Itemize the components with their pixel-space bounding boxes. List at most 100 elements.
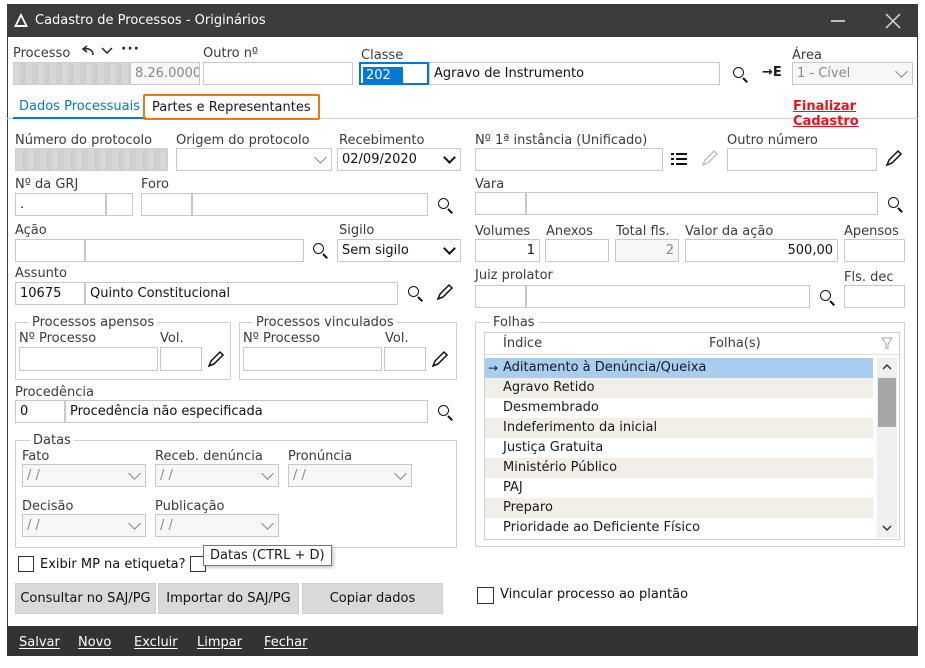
publicacao-label: Publicação xyxy=(155,499,225,514)
decisao-date-input[interactable]: / / xyxy=(22,514,146,537)
numero-protocolo-input[interactable] xyxy=(15,148,168,171)
importar-saj-button[interactable]: Importar do SAJ/PG xyxy=(158,583,299,614)
copiar-dados-button[interactable]: Copiar dados xyxy=(302,583,443,614)
apensos-pencil-icon[interactable] xyxy=(206,349,226,369)
close-icon[interactable] xyxy=(885,13,901,29)
classe-code-value: 202 xyxy=(363,67,403,83)
link-arrow-icon[interactable]: →E xyxy=(762,65,782,80)
classe-search-icon[interactable] xyxy=(731,66,749,84)
volumes-label: Volumes xyxy=(475,224,531,239)
scrollbar-thumb[interactable] xyxy=(878,378,896,427)
list-item[interactable]: → Aditamento à Denúncia/Queixa xyxy=(485,358,873,378)
grj-input[interactable]: . xyxy=(15,193,106,216)
origem-protocolo-select[interactable] xyxy=(176,148,332,171)
list-item-label: Indeferimento da inicial xyxy=(503,420,658,435)
processo-number-input[interactable] xyxy=(13,62,130,85)
chevron-down-icon xyxy=(261,517,274,530)
exibir-mp-checkbox[interactable] xyxy=(18,556,34,572)
total-fls-input[interactable]: 2 xyxy=(615,239,679,262)
salvar-button[interactable]: Salvar xyxy=(19,635,60,650)
publicacao-date-input[interactable]: / / xyxy=(155,514,279,537)
scroll-down-icon[interactable] xyxy=(882,524,892,532)
juiz-search-icon[interactable] xyxy=(818,289,836,307)
vinculados-vol-input[interactable] xyxy=(384,347,426,371)
classe-desc-input[interactable]: Agravo de Instrumento xyxy=(429,62,720,85)
list-item[interactable]: Justiça Gratuita xyxy=(485,438,873,458)
grj-label: Nº da GRJ xyxy=(15,177,79,192)
col-folhas-header[interactable]: Folha(s) xyxy=(709,336,761,351)
fls-dec-input[interactable] xyxy=(844,285,905,308)
list-item[interactable]: Prioridade ao Deficiente Físico xyxy=(485,518,873,538)
folhas-scrollbar[interactable] xyxy=(877,358,897,538)
outro-numero-input[interactable] xyxy=(203,62,353,85)
filter-icon[interactable] xyxy=(881,336,895,352)
procedencia-code-input[interactable]: 0 xyxy=(15,400,65,423)
list-item[interactable]: Preparo xyxy=(485,498,873,518)
valor-acao-input[interactable]: 500,00 xyxy=(685,239,838,262)
assunto-code-input[interactable]: 10675 xyxy=(15,282,85,305)
scroll-up-icon[interactable] xyxy=(882,363,892,371)
procedencia-search-icon[interactable] xyxy=(436,404,454,422)
acao-desc-input[interactable] xyxy=(85,239,304,262)
assunto-search-icon[interactable] xyxy=(406,285,424,303)
list-icon[interactable] xyxy=(670,151,688,167)
finalizar-cadastro-link[interactable]: Finalizar Cadastro xyxy=(793,99,925,129)
novo-button[interactable]: Novo xyxy=(78,635,111,650)
volumes-input[interactable]: 1 xyxy=(475,239,540,262)
list-item[interactable]: Indeferimento da inicial xyxy=(485,418,873,438)
title-bar: Cadastro de Processos - Originários xyxy=(7,4,918,37)
grj-digit-input[interactable] xyxy=(106,193,133,216)
receb-denuncia-value: / / xyxy=(160,468,173,483)
processo-suffix-input[interactable]: 8.26.0000 xyxy=(130,62,200,85)
vara-desc-input[interactable] xyxy=(526,192,878,215)
vara-search-icon[interactable] xyxy=(886,196,904,214)
pronuncia-date-input[interactable]: / / xyxy=(288,464,412,487)
acao-code-input[interactable] xyxy=(15,239,85,262)
pencil-icon[interactable] xyxy=(884,148,904,168)
assunto-desc-input[interactable]: Quinto Constitucional xyxy=(85,282,398,305)
tab-partes-representantes[interactable]: Partes e Representantes xyxy=(143,94,320,120)
instancia-input[interactable] xyxy=(475,148,663,171)
col-indice-header[interactable]: Índice xyxy=(503,336,542,351)
consultar-saj-button[interactable]: Consultar no SAJ/PG xyxy=(15,583,156,614)
list-item[interactable]: Ministério Público xyxy=(485,458,873,478)
excluir-button[interactable]: Excluir xyxy=(134,635,178,650)
chevron-down-icon[interactable] xyxy=(101,46,113,56)
apensos-vol-input[interactable] xyxy=(160,347,202,371)
tab-dados-processuais[interactable]: Dados Processuais xyxy=(13,97,146,119)
list-item[interactable]: Agravo Retido xyxy=(485,378,873,398)
classe-code-input[interactable]: 202 xyxy=(359,62,429,85)
vara-code-input[interactable] xyxy=(475,192,526,215)
anexos-input[interactable] xyxy=(545,239,609,262)
vinculados-pencil-icon[interactable] xyxy=(430,349,450,369)
assunto-pencil-icon[interactable] xyxy=(435,282,455,302)
fechar-button[interactable]: Fechar xyxy=(264,635,307,650)
apensos-input[interactable] xyxy=(844,239,905,262)
juiz-code-input[interactable] xyxy=(475,285,526,308)
vincular-plantao-checkbox[interactable] xyxy=(477,587,494,604)
foro-search-icon[interactable] xyxy=(436,197,454,215)
recebimento-date-input[interactable]: 02/09/2020 xyxy=(337,148,461,171)
fato-date-input[interactable]: / / xyxy=(22,464,146,487)
list-item-label: Desmembrado xyxy=(503,400,599,415)
sigilo-label: Sigilo xyxy=(339,223,375,238)
apensos-n-processo-input[interactable] xyxy=(19,347,158,371)
sigilo-select[interactable]: Sem sigilo xyxy=(337,239,461,262)
minimize-icon[interactable] xyxy=(831,20,845,22)
limpar-button[interactable]: Limpar xyxy=(197,635,242,650)
list-item[interactable]: PAJ xyxy=(485,478,873,498)
more-icon[interactable]: ··· xyxy=(121,41,140,57)
chevron-down-icon xyxy=(128,517,141,530)
foro-desc-input[interactable] xyxy=(192,193,428,216)
undo-icon[interactable] xyxy=(80,44,96,58)
receb-denuncia-date-input[interactable]: / / xyxy=(155,464,279,487)
vinculados-n-processo-input[interactable] xyxy=(243,347,382,371)
acao-search-icon[interactable] xyxy=(311,242,329,260)
juiz-desc-input[interactable] xyxy=(526,285,810,308)
outro-numero-form-input[interactable] xyxy=(727,148,877,171)
procedencia-desc-input[interactable]: Procedência não especificada xyxy=(65,400,428,423)
outro-numero-form-label: Outro número xyxy=(727,133,818,148)
foro-code-input[interactable] xyxy=(141,193,192,216)
area-select[interactable]: 1 - Cível xyxy=(792,62,913,85)
list-item[interactable]: Desmembrado xyxy=(485,398,873,418)
